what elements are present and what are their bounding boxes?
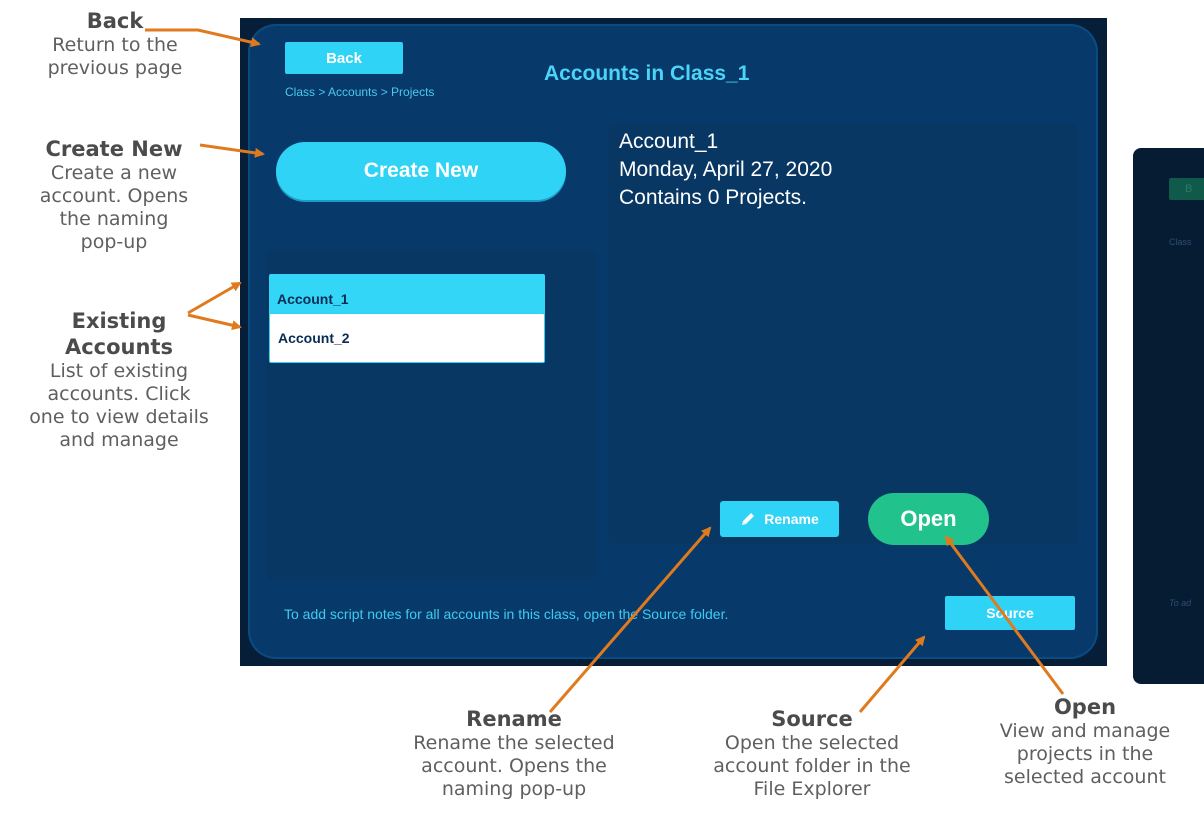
arrow-open — [944, 535, 1065, 695]
arrow-rename — [548, 526, 712, 713]
arrow-back — [145, 28, 261, 48]
callout-arrows — [145, 28, 1065, 713]
arrow-source — [858, 635, 926, 713]
arrow-create-new — [199, 143, 265, 158]
arrow-existing-1 — [187, 281, 242, 315]
arrow-existing-2 — [187, 313, 242, 331]
